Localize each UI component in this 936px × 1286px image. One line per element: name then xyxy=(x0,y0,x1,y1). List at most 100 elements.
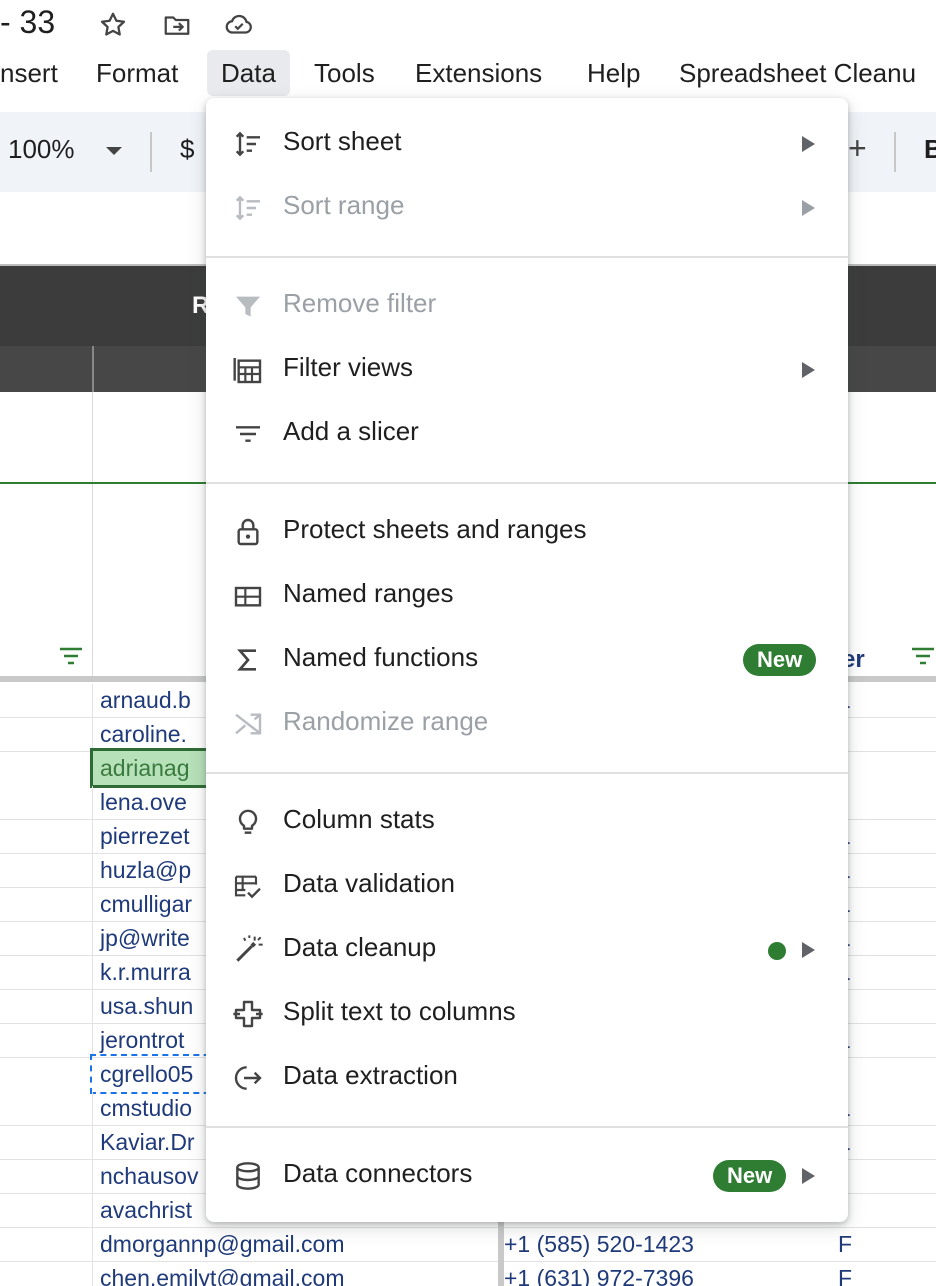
column-filter-icon[interactable] xyxy=(910,646,936,666)
menu-item-column-stats[interactable]: Column stats xyxy=(206,790,848,854)
split-icon xyxy=(232,998,264,1030)
menu-item-label: Split text to columns xyxy=(283,996,516,1026)
submenu-arrow-icon xyxy=(802,1168,815,1184)
currency-format-button[interactable]: $ xyxy=(180,134,194,165)
cell-divider xyxy=(92,1228,93,1262)
menu-item-data-extraction[interactable]: Data extraction xyxy=(206,1046,848,1110)
cell-email[interactable]: jp@write xyxy=(100,925,190,952)
star-icon[interactable] xyxy=(98,10,128,40)
new-badge: New xyxy=(743,644,817,676)
menu-item-filter-views[interactable]: Filter views xyxy=(206,338,848,402)
cell-phone[interactable]: +1 (585) 520-1423 xyxy=(504,1231,694,1258)
document-title[interactable]: - 33 xyxy=(0,4,55,41)
cell-email[interactable]: pierrezet xyxy=(100,823,189,850)
cell-gender[interactable]: F xyxy=(838,1231,852,1258)
menu-tools[interactable]: Tools xyxy=(300,50,389,96)
menu-format[interactable]: Format xyxy=(82,50,192,96)
menu-item-label: Column stats xyxy=(283,804,435,834)
menu-item-sort-range[interactable]: Sort range xyxy=(206,176,848,240)
menu-item-label: Randomize range xyxy=(283,706,489,736)
menu-item-data-connectors[interactable]: Data connectors New xyxy=(206,1144,848,1208)
submenu-arrow-icon xyxy=(802,362,815,378)
menu-item-sort-sheet[interactable]: Sort sheet xyxy=(206,112,848,176)
named-ranges-icon xyxy=(232,580,264,612)
menu-item-label: Sort sheet xyxy=(283,126,402,156)
cell-email[interactable]: avachrist xyxy=(100,1197,192,1224)
cell-email[interactable]: cmstudio xyxy=(100,1095,192,1122)
data-validation-icon xyxy=(232,870,264,902)
menu-spreadsheet-cleanup[interactable]: Spreadsheet Cleanu xyxy=(665,50,930,96)
table-row[interactable]: chen.emilyt@gmail.com +1 (631) 972-7396 F xyxy=(0,1262,936,1286)
cell-email[interactable]: cgrello05 xyxy=(100,1061,193,1088)
cloud-saved-icon[interactable] xyxy=(224,10,254,40)
menu-item-label: Data extraction xyxy=(283,1060,458,1090)
menu-help[interactable]: Help xyxy=(573,50,654,96)
chevron-down-icon[interactable] xyxy=(106,147,122,155)
move-folder-icon[interactable] xyxy=(162,10,192,40)
cell-email[interactable]: dmorgannp@gmail.com xyxy=(100,1231,345,1258)
menu-item-label: Sort range xyxy=(283,190,405,220)
column-divider xyxy=(92,392,93,682)
menu-item-remove-filter[interactable]: Remove filter xyxy=(206,274,848,338)
cell-email[interactable]: chen.emilyt@gmail.com xyxy=(100,1265,344,1286)
menu-item-randomize-range[interactable]: Randomize range xyxy=(206,692,848,756)
menu-item-add-slicer[interactable]: Add a slicer xyxy=(206,402,848,466)
cell-divider xyxy=(92,854,93,888)
menu-item-named-ranges[interactable]: Named ranges xyxy=(206,564,848,628)
menu-insert[interactable]: nsert xyxy=(0,50,72,96)
menu-item-label: Filter views xyxy=(283,352,414,382)
cell-email[interactable]: nchausov xyxy=(100,1163,198,1190)
menu-item-data-cleanup[interactable]: Data cleanup xyxy=(206,918,848,982)
cell-email[interactable]: huzla@p xyxy=(100,857,191,884)
database-icon xyxy=(232,1160,264,1192)
cell-email[interactable]: jerontrot xyxy=(100,1027,184,1054)
menu-divider xyxy=(206,772,848,774)
cell-email[interactable]: cmulligar xyxy=(100,891,192,918)
cell-divider xyxy=(92,786,93,820)
cell-divider xyxy=(92,1024,93,1058)
menu-item-label: Add a slicer xyxy=(283,416,419,446)
menu-divider xyxy=(206,256,848,258)
column-filter-icon[interactable] xyxy=(58,646,84,666)
extraction-icon xyxy=(232,1062,264,1094)
menu-divider xyxy=(206,482,848,484)
menu-data[interactable]: Data xyxy=(207,50,290,96)
slicer-icon xyxy=(232,418,264,450)
cell-email[interactable]: arnaud.b xyxy=(100,687,191,714)
menu-item-data-validation[interactable]: Data validation xyxy=(206,854,848,918)
submenu-arrow-icon xyxy=(802,136,815,152)
subheader-divider xyxy=(92,346,94,392)
sort-icon xyxy=(232,128,264,160)
cell-email[interactable]: usa.shun xyxy=(100,993,193,1020)
lightbulb-icon xyxy=(232,806,264,838)
cell-divider xyxy=(92,990,93,1024)
shuffle-icon xyxy=(232,708,264,740)
menu-extensions[interactable]: Extensions xyxy=(401,50,556,96)
menu-item-label: Data cleanup xyxy=(283,932,437,962)
cell-divider xyxy=(92,1262,93,1286)
cell-email[interactable]: lena.ove xyxy=(100,789,187,816)
increase-font-size-button[interactable]: + xyxy=(848,130,867,167)
menu-item-label: Named ranges xyxy=(283,578,454,608)
table-row[interactable]: dmorgannp@gmail.com +1 (585) 520-1423 F xyxy=(0,1228,936,1262)
cell-email[interactable]: adrianag xyxy=(100,755,190,782)
sigma-icon xyxy=(232,644,264,676)
zoom-select[interactable]: 100% xyxy=(8,134,75,165)
bold-button[interactable]: B xyxy=(924,134,936,165)
cell-divider xyxy=(92,684,93,718)
cell-phone[interactable]: +1 (631) 972-7396 xyxy=(504,1265,694,1286)
cell-gender[interactable]: F xyxy=(838,1265,852,1286)
cell-divider xyxy=(92,888,93,922)
magic-wand-icon xyxy=(232,934,264,966)
cell-divider xyxy=(92,1126,93,1160)
data-menu-dropdown: Sort sheet Sort range Remove filter Filt… xyxy=(206,98,848,1222)
menu-item-protect-sheets[interactable]: Protect sheets and ranges xyxy=(206,500,848,564)
menu-item-split-text[interactable]: Split text to columns xyxy=(206,982,848,1046)
cell-email[interactable]: caroline. xyxy=(100,721,187,748)
cell-divider xyxy=(92,1194,93,1228)
submenu-arrow-icon xyxy=(802,942,815,958)
cell-email[interactable]: Kaviar.Dr xyxy=(100,1129,195,1156)
menu-item-label: Data connectors xyxy=(283,1158,473,1188)
cell-email[interactable]: k.r.murra xyxy=(100,959,191,986)
menu-item-named-functions[interactable]: Named functions New xyxy=(206,628,848,692)
